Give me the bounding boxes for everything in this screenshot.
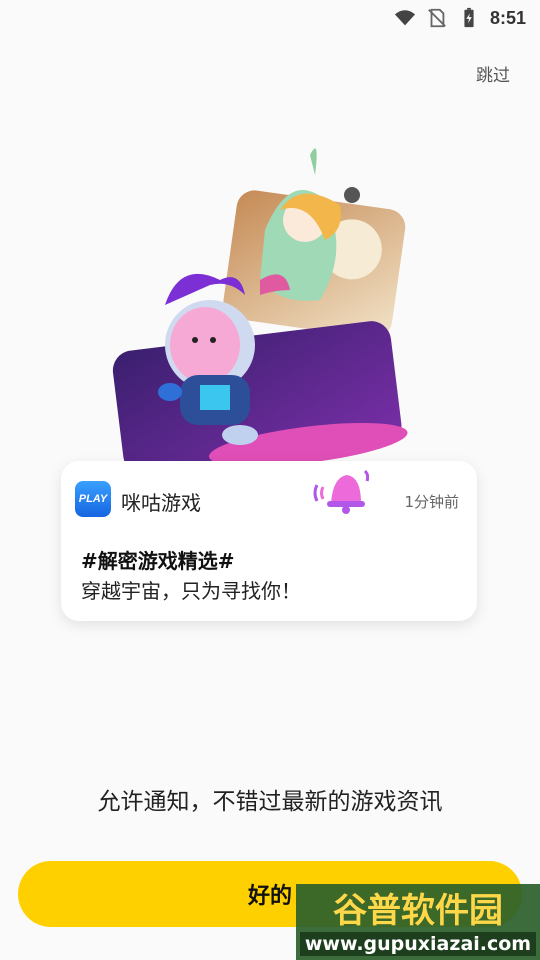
notification-body: 穿越宇宙，只为寻找你！ [81,579,301,603]
game-illustration [112,148,408,470]
battery-charging-icon [464,7,474,28]
watermark-url: www.gupuxiazai.com [305,933,531,955]
no-sim-icon [428,8,446,28]
bell-icon [313,469,369,514]
clock-time: 8:51 [489,7,526,28]
app-icon: PLAY [75,481,111,517]
wifi-icon [394,10,416,26]
notification-title: #解密游戏精选# [81,549,235,573]
notification-preview-card: PLAY 咪咕游戏 1分钟前 #解密游戏精选# 穿越宇宙，只为寻找你！ [61,461,477,621]
app-name: 咪咕游戏 [121,491,201,515]
watermark-logo: 谷普软件园 www.gupuxiazai.com [296,884,540,960]
permission-headline: 允许通知，不错过最新的游戏资讯 [97,789,443,815]
watermark-brand: 谷普软件园 [333,891,503,931]
status-bar: 8:51 [0,0,540,36]
notification-time: 1分钟前 [404,493,459,511]
skip-button[interactable]: 跳过 [476,61,510,86]
